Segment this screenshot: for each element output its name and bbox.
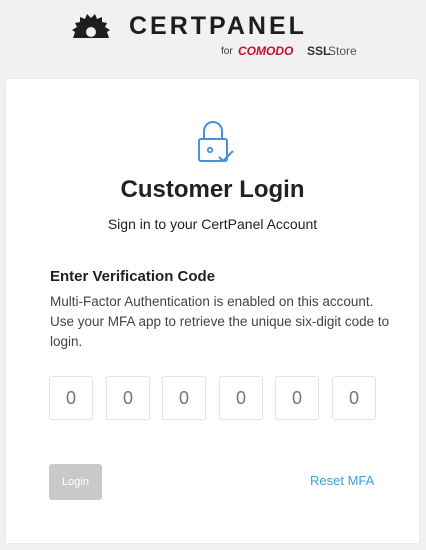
code-digit-1-input[interactable] — [49, 376, 93, 420]
login-card: Customer Login Sign in to your CertPanel… — [6, 79, 419, 543]
brand-comodo-text: COMODO — [238, 44, 294, 58]
code-digit-4-input[interactable] — [219, 376, 263, 420]
reset-mfa-link[interactable]: Reset MFA — [310, 473, 374, 488]
brand-store-text: Store — [328, 44, 357, 58]
code-digit-6-input[interactable] — [332, 376, 376, 420]
brand-name: CERTPANEL — [129, 12, 307, 40]
sawblade-logo-icon — [72, 14, 110, 38]
code-digit-2-input[interactable] — [106, 376, 150, 420]
code-digit-5-input[interactable] — [275, 376, 319, 420]
lock-check-icon — [198, 121, 234, 163]
page-title: Customer Login — [120, 176, 305, 203]
verification-description: Multi-Factor Authentication is enabled o… — [50, 294, 390, 349]
brand-header: CERTPANEL for COMODO SSL Store — [0, 0, 426, 70]
verification-code-inputs — [49, 376, 378, 420]
login-button[interactable]: Login — [49, 464, 102, 500]
verification-heading: Enter Verification Code — [50, 268, 216, 285]
brand-for-text: for — [221, 46, 233, 57]
code-digit-3-input[interactable] — [162, 376, 206, 420]
page-subtitle: Sign in to your CertPanel Account — [107, 216, 318, 232]
brand-ssl-text: SSL — [307, 44, 331, 58]
